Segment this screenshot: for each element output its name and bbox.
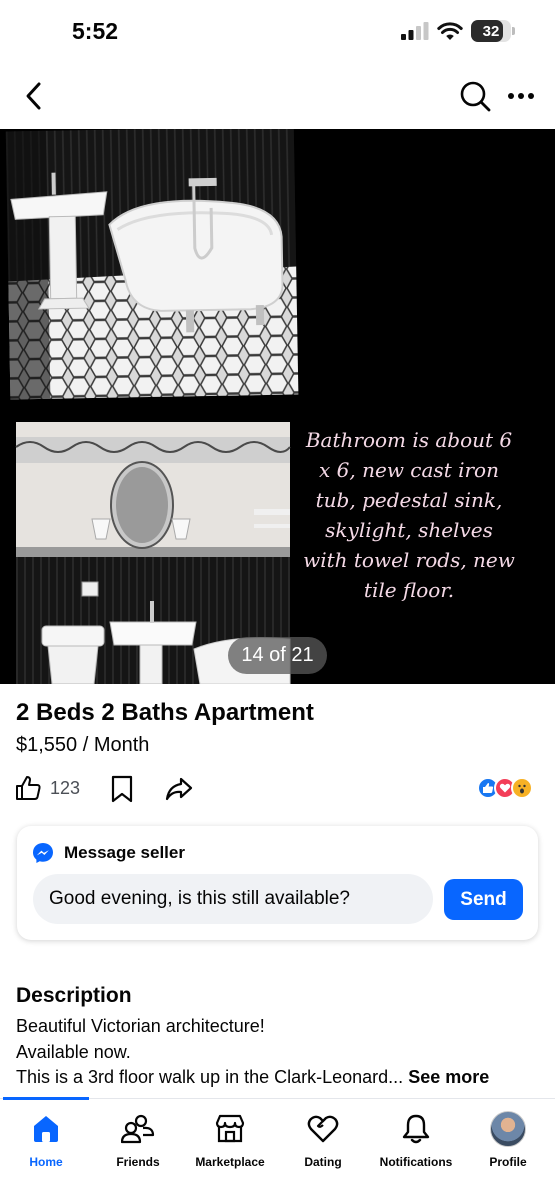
status-time: 5:52 [72, 18, 119, 44]
bottom-tab-bar: Home Friends Marketplace Dating Notifica… [0, 1097, 555, 1200]
like-count: 123 [50, 777, 81, 798]
description-heading: Description [16, 984, 132, 1007]
tab-marketplace-label: Marketplace [195, 1155, 265, 1169]
see-more-link[interactable]: See more [408, 1067, 489, 1087]
send-button[interactable]: Send [444, 879, 523, 920]
more-button[interactable] [499, 74, 543, 118]
tab-profile[interactable]: Profile [462, 1111, 554, 1171]
share-button[interactable] [164, 774, 194, 809]
tab-home-label: Home [29, 1155, 63, 1169]
battery-indicator: 32 [471, 20, 515, 42]
message-seller-label: Message seller [64, 843, 185, 862]
active-tab-indicator [3, 1097, 89, 1100]
battery-level: 32 [482, 22, 500, 40]
description-line-3: This is a 3rd floor walk up in the Clark… [16, 1067, 489, 1088]
tab-friends-label: Friends [116, 1155, 160, 1169]
message-input[interactable] [33, 874, 433, 924]
battery-icon: 32 [471, 20, 511, 42]
like-button[interactable]: 123 [14, 774, 80, 802]
tab-marketplace[interactable]: Marketplace [184, 1111, 276, 1171]
back-button[interactable] [14, 74, 54, 118]
tab-dating[interactable]: Dating [277, 1111, 369, 1171]
thumbs-up-icon [16, 776, 41, 800]
description-line-1: Beautiful Victorian architecture! [16, 1016, 265, 1036]
marketplace-icon [215, 1114, 245, 1143]
description-line-3-text: This is a 3rd floor walk up in the Clark… [16, 1067, 404, 1087]
message-seller-card: Message seller Send [17, 826, 538, 940]
save-button[interactable] [110, 774, 134, 809]
nav-bar [0, 66, 555, 126]
wow-reaction-icon [511, 777, 533, 799]
tab-notifications[interactable]: Notifications [370, 1111, 462, 1171]
status-icons: 32 [401, 20, 515, 42]
listing-photo[interactable]: Bathroom is about 6 x 6, new cast iron t… [0, 129, 555, 684]
share-icon [165, 777, 193, 801]
wifi-icon [437, 22, 463, 40]
photo-counter: 14 of 21 [228, 637, 327, 674]
dating-heart-icon [307, 1115, 339, 1143]
photo-caption: Bathroom is about 6 x 6, new cast iron t… [303, 428, 515, 602]
reaction-icons[interactable] [477, 777, 533, 799]
bell-icon [402, 1114, 430, 1144]
tab-notifications-label: Notifications [379, 1155, 453, 1169]
chevron-left-icon [26, 82, 41, 110]
more-dots-icon [508, 93, 534, 99]
friends-icon [121, 1114, 155, 1144]
tab-profile-label: Profile [489, 1155, 527, 1169]
search-icon [460, 81, 491, 112]
bookmark-icon [111, 775, 133, 803]
description-line-2: Available now. [16, 1042, 131, 1062]
listing-title: 2 Beds 2 Baths Apartment [16, 699, 314, 726]
tab-dating-label: Dating [304, 1155, 342, 1169]
listing-price: $1,550 / Month [16, 734, 150, 756]
search-button[interactable] [453, 74, 497, 118]
messenger-icon [33, 843, 53, 863]
profile-avatar [490, 1111, 526, 1147]
tab-friends[interactable]: Friends [92, 1111, 184, 1171]
status-bar: 5:52 32 [0, 0, 555, 62]
message-seller-header: Message seller [32, 842, 185, 864]
tab-home[interactable]: Home [0, 1111, 92, 1171]
home-icon [34, 1116, 58, 1142]
signal-icon [401, 22, 429, 40]
listing-actions: 123 [0, 770, 555, 810]
